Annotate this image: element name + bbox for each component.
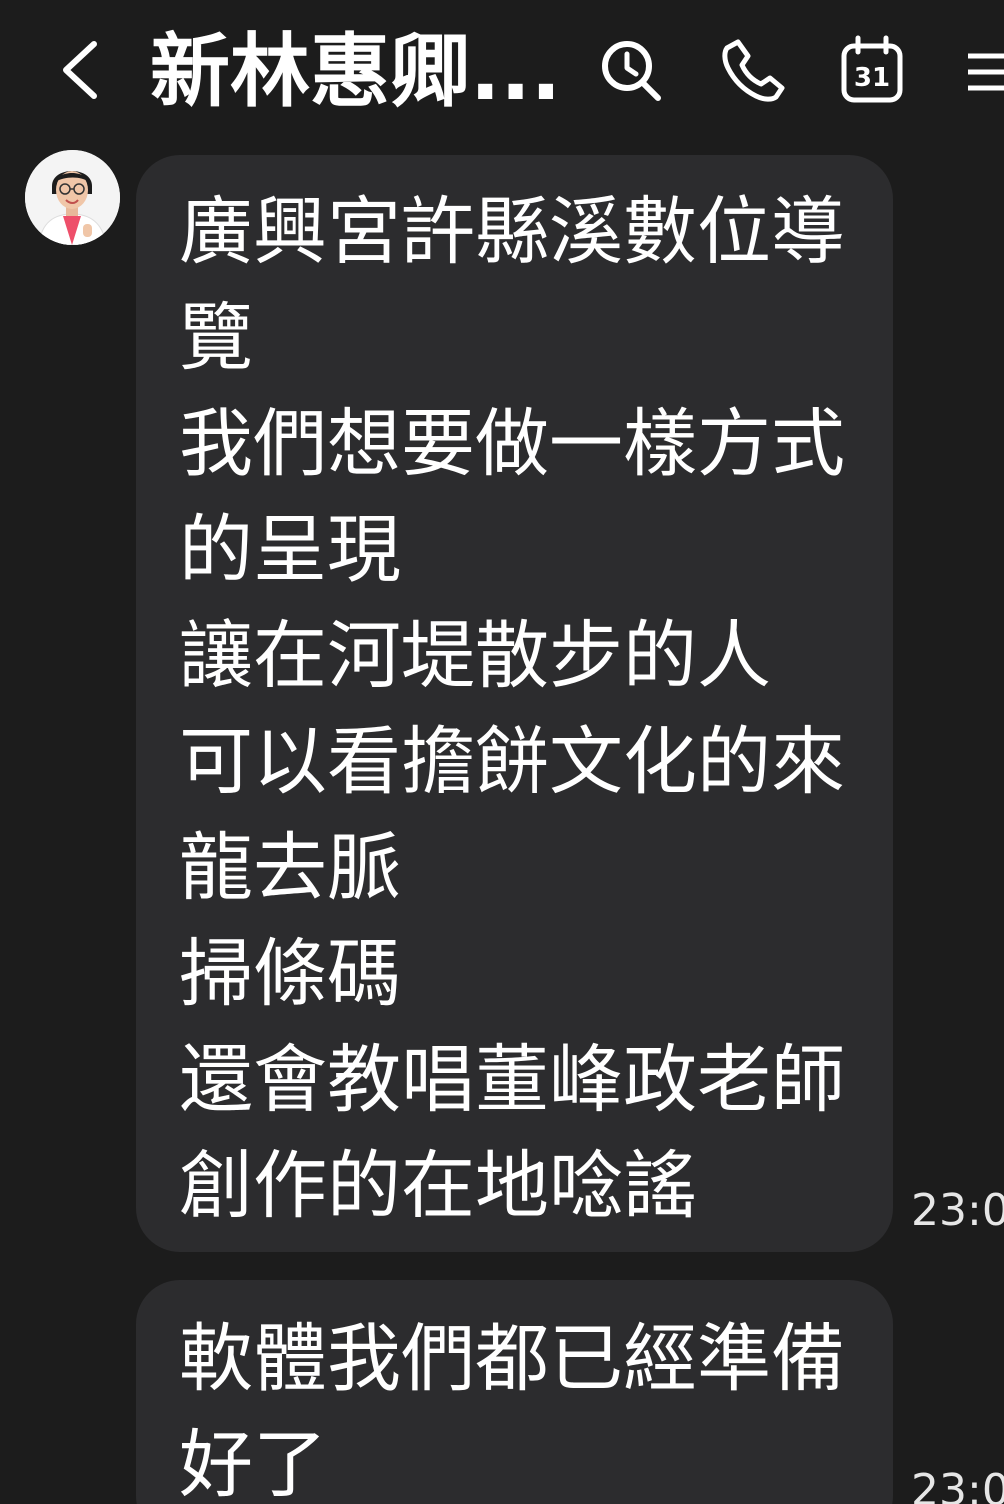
sender-avatar[interactable]	[25, 150, 120, 245]
chat-screen: 新林惠卿... 31 廣興宮許縣溪數位導 覽 我們想要做一樣方式 的呈現 讓在河…	[0, 0, 1004, 1504]
message-line: 讓在河堤散步的人	[179, 613, 771, 699]
calendar-icon: 31	[841, 35, 903, 103]
back-button[interactable]	[52, 30, 112, 110]
message-bubble[interactable]: 廣興宮許縣溪數位導 覽 我們想要做一樣方式 的呈現 讓在河堤散步的人 可以看擔餅…	[136, 155, 893, 1252]
message-line: 廣興宮許縣溪數位導	[179, 189, 845, 275]
message-line: 還會教唱董峰政老師	[179, 1037, 845, 1123]
avatar-portrait	[25, 150, 120, 245]
menu-button[interactable]	[958, 34, 1004, 106]
message-line: 掃條碼	[179, 931, 401, 1017]
chevron-left-icon	[63, 41, 97, 99]
menu-icon	[968, 53, 1004, 91]
calendar-button[interactable]: 31	[836, 34, 906, 106]
message-bubble[interactable]: 軟體我們都已經準備 好了	[136, 1280, 893, 1504]
message-line: 龍去脈	[179, 825, 401, 911]
message-line: 創作的在地唸謠	[179, 1143, 697, 1229]
search-button[interactable]	[596, 34, 666, 106]
message-line: 可以看擔餅文化的來	[179, 719, 845, 805]
message-line: 軟體我們都已經準備	[179, 1316, 845, 1402]
chat-header: 新林惠卿... 31	[0, 0, 1004, 145]
message-line: 覽	[179, 295, 253, 381]
message-line: 好了	[179, 1422, 327, 1504]
phone-icon	[722, 39, 785, 102]
message-line: 的呈現	[179, 507, 401, 593]
call-button[interactable]	[718, 34, 788, 106]
calendar-day-number: 31	[854, 63, 890, 93]
message-timestamp: 23:0	[911, 1185, 1004, 1236]
message-line: 我們想要做一樣方式	[179, 401, 845, 487]
message-timestamp: 23:0	[911, 1465, 1004, 1504]
search-icon	[602, 41, 661, 101]
chat-title[interactable]: 新林惠卿...	[150, 22, 561, 122]
